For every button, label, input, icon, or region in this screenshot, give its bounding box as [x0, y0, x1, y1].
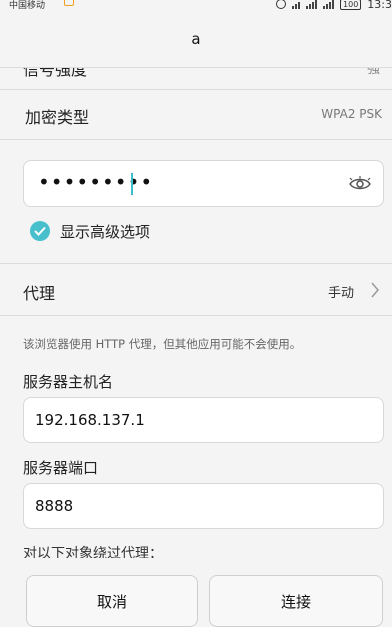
password-input[interactable]: •••••••••	[23, 160, 384, 207]
port-label: 服务器端口	[23, 459, 99, 477]
status-icons: 100 13:3	[276, 0, 392, 11]
encryption-label: 加密类型	[25, 108, 90, 127]
cell-signal-2-icon	[323, 0, 335, 9]
encryption-row: 加密类型 WPA2 PSK	[0, 90, 392, 140]
proxy-value: 手动	[327, 286, 354, 301]
bypass-label-row: 对以下对象绕过代理：	[23, 544, 383, 558]
notification-icon	[64, 0, 74, 6]
alarm-icon	[276, 0, 287, 9]
status-bar: 中国移动 100 13:3	[0, 0, 392, 12]
connect-button[interactable]: 连接	[209, 575, 383, 627]
port-input[interactable]: 8888	[23, 483, 384, 529]
bypass-label: 对以下对象绕过代理：	[23, 546, 163, 558]
host-input[interactable]: 192.168.137.1	[23, 397, 384, 443]
carrier-name: 中国移动	[9, 1, 46, 11]
wifi-signal-icon	[292, 0, 301, 9]
action-bar: 取消 连接	[0, 560, 392, 627]
port-value: 8888	[35, 497, 74, 515]
cell-signal-icon	[306, 0, 318, 9]
host-value: 192.168.137.1	[35, 411, 145, 429]
show-password-icon[interactable]	[349, 175, 371, 193]
proxy-row[interactable]: 代理 手动	[0, 264, 392, 316]
advanced-options-label: 显示高级选项	[60, 222, 151, 241]
signal-strength-value: 强	[366, 68, 380, 77]
clock: 13:3	[367, 0, 392, 11]
signal-strength-row: 信号强度 强	[0, 68, 392, 90]
advanced-options-toggle[interactable]: 显示高级选项	[30, 220, 150, 242]
title-bar: a	[0, 12, 392, 68]
cancel-button[interactable]: 取消	[26, 575, 198, 627]
chevron-right-icon	[371, 282, 379, 298]
page-title: a	[191, 30, 201, 48]
text-cursor	[131, 173, 133, 195]
proxy-label: 代理	[23, 284, 56, 303]
host-label: 服务器主机名	[23, 373, 114, 391]
encryption-value: WPA2 PSK	[321, 107, 382, 121]
signal-strength-label: 信号强度	[23, 68, 88, 79]
proxy-note: 该浏览器使用 HTTP 代理，但其他应用可能不会使用。	[23, 337, 302, 351]
battery-icon: 100	[340, 0, 362, 10]
password-value: •••••••••	[38, 170, 154, 194]
checkbox-checked-icon[interactable]	[30, 221, 50, 241]
